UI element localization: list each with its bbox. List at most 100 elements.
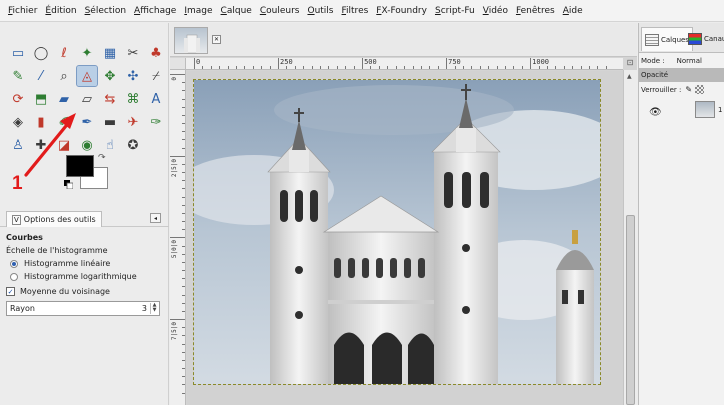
ruler-minor-tick (252, 66, 254, 69)
canvas-area[interactable] (187, 71, 623, 405)
ruler-minor-tick (429, 66, 431, 69)
ruler-minor-tick (286, 66, 288, 69)
ruler-minor-tick (269, 66, 271, 69)
radio-linear-indicator[interactable] (10, 259, 18, 268)
tool-options-tab[interactable]: V Options des outils (6, 211, 102, 227)
ruler-minor-tick (294, 66, 296, 69)
menu-vid-o[interactable]: Vidéo (483, 6, 508, 16)
vruler-minor-tick (182, 359, 185, 361)
gimp-window: Fichier Édition Sélection Affichage Image Cal… (0, 0, 724, 405)
vruler-label: 2|5|0 (171, 158, 178, 177)
visibility-eye-icon[interactable]: 👁 (649, 107, 662, 118)
radius-spinner-icon[interactable]: ▲ ▼ (150, 303, 158, 314)
radio-log-indicator[interactable] (10, 272, 18, 281)
menu-image[interactable]: Image (184, 6, 212, 16)
vertical-scrollbar[interactable]: ▲ (623, 70, 637, 405)
menu-s-lection[interactable]: Sélection (85, 6, 126, 16)
horizontal-ruler[interactable]: 0 250 500 750 1000 (186, 58, 623, 70)
vruler-minor-tick (182, 327, 185, 329)
vruler-major-tick (170, 237, 185, 239)
vruler-minor-tick (182, 204, 185, 206)
menu-calque[interactable]: Calque (221, 6, 252, 16)
menu-script-fu[interactable]: Script-Fu (435, 6, 475, 16)
menu--dition[interactable]: Édition (45, 6, 76, 16)
lock-alpha-icon[interactable] (695, 85, 705, 94)
menu-filtres[interactable]: Filtres (342, 6, 369, 16)
image-canvas[interactable] (193, 79, 601, 385)
tab-channels-label: Canaux (704, 35, 724, 43)
vertical-ruler[interactable]: 0 2|5|0 5|0|0 7|5|0 (170, 70, 186, 405)
vruler-minor-tick (182, 245, 185, 247)
vruler-label: 5|0|0 (171, 240, 178, 259)
ruler-minor-tick (588, 66, 590, 69)
opacity-row[interactable]: Opacité (639, 68, 724, 82)
dock-tabbar: Calques Canaux (639, 23, 724, 53)
ruler-minor-tick (202, 66, 204, 69)
menu-fx-foundry[interactable]: FX-Foundry (376, 6, 427, 16)
histogram-scale-label: Échelle de l'histogramme (6, 246, 108, 255)
ruler-minor-tick (404, 66, 406, 69)
vruler-major-tick (170, 74, 185, 75)
ruler-minor-tick (521, 66, 523, 69)
vruler-minor-tick (182, 294, 185, 296)
vruler-minor-tick (182, 270, 185, 272)
ruler-minor-tick (513, 66, 515, 69)
menu-couleurs[interactable]: Couleurs (260, 6, 300, 16)
neighborhood-checkbox-box[interactable]: ✓ (6, 287, 15, 296)
scroll-up-icon[interactable]: ▲ (627, 73, 632, 80)
tool-options-tabbar: V Options des outils ◂ (0, 209, 169, 227)
vruler-label: 7|5|0 (171, 322, 178, 341)
ruler-corner-icon[interactable] (170, 58, 186, 70)
navigate-icon[interactable]: ⊡ (623, 58, 637, 70)
vruler-minor-tick (182, 196, 185, 198)
vruler-minor-tick (182, 172, 185, 174)
vruler-minor-tick (182, 180, 185, 182)
ruler-minor-tick (387, 66, 389, 69)
ruler-minor-tick (555, 66, 557, 69)
ruler-minor-tick (504, 66, 506, 69)
menu-affichage[interactable]: Affichage (134, 6, 176, 16)
ruler-minor-tick (320, 66, 322, 69)
ruler-label: 250 (280, 58, 293, 66)
tab-menu-icon[interactable]: ◂ (150, 213, 161, 223)
radius-spin-field[interactable]: Rayon 3 ▲ ▼ (6, 301, 160, 316)
mode-row[interactable]: Mode : Normal (639, 54, 724, 67)
vertical-scrollbar-thumb[interactable] (626, 215, 635, 405)
lock-pixels-icon[interactable]: ✎ (685, 85, 692, 94)
menu-fen-tres[interactable]: Fenêtres (516, 6, 555, 16)
close-image-tab-icon[interactable]: ✕ (212, 35, 221, 44)
layer-thumbnail[interactable] (695, 101, 715, 118)
ruler-major-tick (278, 58, 280, 69)
layer-name[interactable]: 1 (718, 106, 722, 114)
vruler-minor-tick (182, 392, 185, 394)
vruler-minor-tick (182, 302, 185, 304)
vruler-minor-tick (182, 351, 185, 353)
menu-fichier[interactable]: Fichier (8, 6, 37, 16)
menu-outils[interactable]: Outils (307, 6, 333, 16)
ruler-minor-tick (378, 66, 380, 69)
vruler-minor-tick (182, 212, 185, 214)
menubar: Fichier Édition Sélection Affichage Image Cal… (0, 0, 724, 22)
tab-channels[interactable]: Canaux (685, 27, 724, 51)
vruler-minor-tick (182, 106, 185, 108)
menu-aide[interactable]: Aide (563, 6, 583, 16)
neighborhood-average-checkbox[interactable]: ✓ Moyenne du voisinage (6, 285, 166, 298)
log-histogram-radio[interactable]: Histogramme logarithmique (6, 270, 166, 283)
radius-value[interactable]: 3 (142, 304, 147, 313)
ruler-minor-tick (597, 66, 599, 69)
ruler-minor-tick (219, 66, 221, 69)
ruler-minor-tick (345, 66, 347, 69)
vruler-major-tick (170, 155, 185, 157)
ruler-minor-tick (572, 66, 574, 69)
layer-row[interactable]: 👁 1 (639, 97, 724, 123)
basilica-photo (194, 80, 600, 384)
layers-dock: Calques Canaux Mode : Normal Opacité Ver… (638, 23, 724, 405)
linear-histogram-radio[interactable]: Histogramme linéaire (6, 257, 166, 270)
ruler-minor-tick (311, 66, 313, 69)
mode-value[interactable]: Normal (677, 57, 702, 65)
tool-options-tab-icon: V (12, 214, 21, 225)
image-tab-thumbnail[interactable] (174, 27, 208, 54)
ruler-minor-tick (244, 66, 246, 69)
vruler-minor-tick (182, 261, 185, 263)
ruler-minor-tick (488, 66, 490, 69)
